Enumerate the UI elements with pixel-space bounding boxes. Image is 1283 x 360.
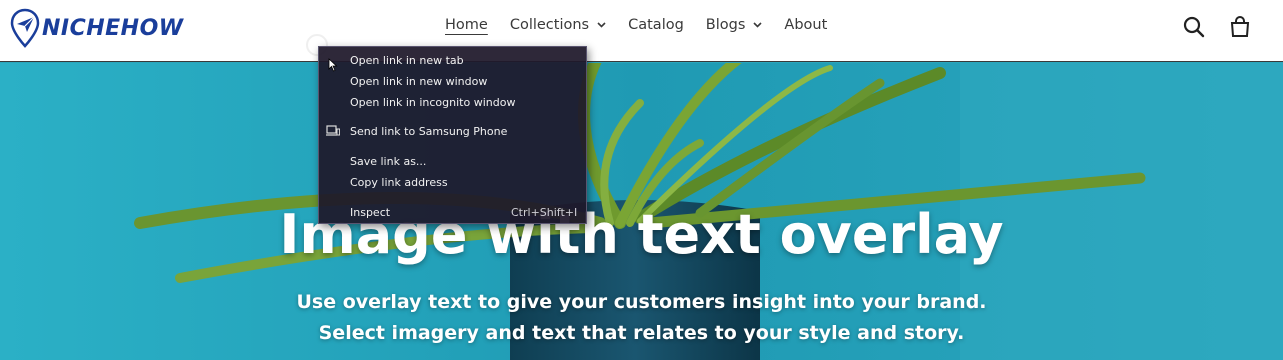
menu-item-copy-link[interactable]: Copy link address xyxy=(319,172,586,193)
menu-item-label: Open link in new window xyxy=(350,75,488,88)
mouse-cursor-icon xyxy=(328,58,338,72)
menu-item-label: Open link in new tab xyxy=(350,54,464,67)
menu-item-open-incognito[interactable]: Open link in incognito window xyxy=(319,92,586,113)
menu-item-inspect[interactable]: Inspect Ctrl+Shift+I xyxy=(319,202,586,223)
nav-item-blogs[interactable]: Blogs xyxy=(706,17,763,33)
menu-item-label: Send link to Samsung Phone xyxy=(350,125,508,138)
header-actions xyxy=(1183,16,1251,38)
nav-item-label: About xyxy=(784,17,828,33)
hero-banner: Image with text overlay Use overlay text… xyxy=(0,63,1283,360)
brand-name: NICHEHOW xyxy=(42,15,184,41)
menu-item-label: Inspect xyxy=(350,206,391,219)
menu-item-open-new-tab[interactable]: Open link in new tab xyxy=(319,50,586,71)
nav-item-label: Catalog xyxy=(628,17,684,33)
menu-item-open-new-window[interactable]: Open link in new window xyxy=(319,71,586,92)
search-icon[interactable] xyxy=(1183,16,1205,38)
site-header: NICHEHOW Home Collections Catalog Blogs … xyxy=(0,0,1283,62)
menu-item-shortcut: Ctrl+Shift+I xyxy=(511,206,578,219)
menu-item-label: Open link in incognito window xyxy=(350,96,516,109)
menu-item-label: Copy link address xyxy=(350,176,448,189)
nav-item-label: Blogs xyxy=(705,17,746,33)
nav-item-home[interactable]: Home xyxy=(445,17,488,33)
nav-item-label: Home xyxy=(445,17,488,33)
nav-item-about[interactable]: About xyxy=(784,17,827,33)
cart-icon[interactable] xyxy=(1229,16,1251,38)
chevron-down-icon xyxy=(753,22,762,28)
hero-subtitle: Use overlay text to give your customers … xyxy=(0,287,1283,349)
hero-title: Image with text overlay xyxy=(279,203,1004,266)
device-icon xyxy=(326,125,341,140)
context-menu: Open link in new tab Open link in new wi… xyxy=(318,46,587,224)
main-nav: Home Collections Catalog Blogs About xyxy=(445,17,827,33)
hero-subtitle-line: Use overlay text to give your customers … xyxy=(296,291,987,313)
logo-pin-icon xyxy=(10,8,40,48)
nav-item-catalog[interactable]: Catalog xyxy=(628,17,684,33)
chevron-down-icon xyxy=(597,22,606,28)
nav-item-collections[interactable]: Collections xyxy=(510,17,606,33)
brand-logo[interactable]: NICHEHOW xyxy=(10,8,184,48)
menu-item-label: Save link as... xyxy=(350,155,427,168)
menu-item-send-to-phone[interactable]: Send link to Samsung Phone xyxy=(319,121,586,142)
menu-item-save-link[interactable]: Save link as... xyxy=(319,151,586,172)
nav-item-label: Collections xyxy=(509,17,590,33)
hero-subtitle-line: Select imagery and text that relates to … xyxy=(318,322,965,344)
